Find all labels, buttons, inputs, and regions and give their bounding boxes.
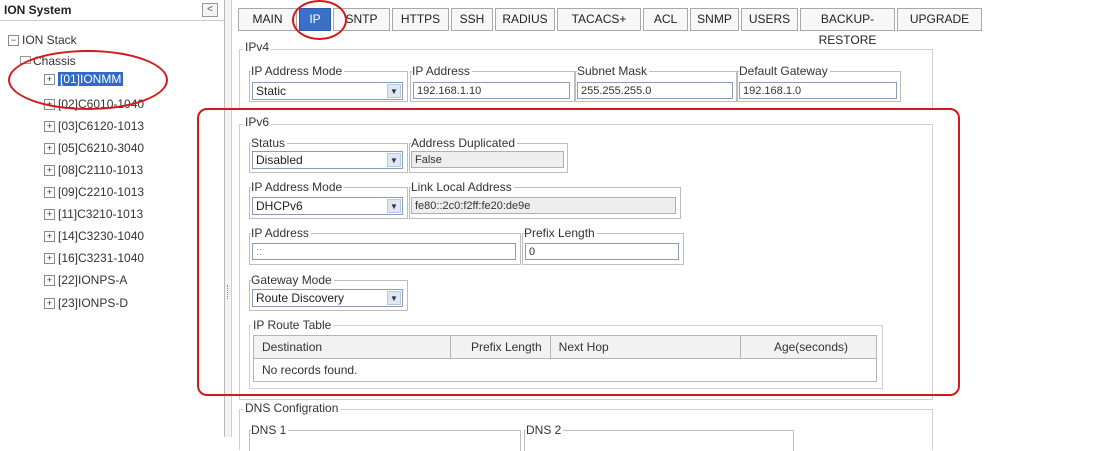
ipv4-mask-input[interactable]: 255.255.255.0 bbox=[577, 82, 733, 99]
expand-icon[interactable]: + bbox=[44, 143, 55, 154]
tree-root-ion-stack[interactable]: − ION Stack bbox=[8, 33, 77, 47]
tree-item-label: [08]C2110-1013 bbox=[58, 163, 144, 177]
ipv4-gw-input[interactable]: 192.168.1.0 bbox=[739, 82, 897, 99]
tab-https[interactable]: HTTPS bbox=[392, 8, 449, 31]
dns2-label: DNS 2 bbox=[526, 423, 564, 437]
tree-item[interactable]: + [08]C2110-1013 bbox=[44, 163, 143, 177]
tab-tacacs-[interactable]: TACACS+ bbox=[557, 8, 641, 31]
ipv4-mask-label: Subnet Mask bbox=[577, 64, 650, 78]
expand-icon[interactable]: + bbox=[44, 298, 55, 309]
tab-users[interactable]: USERS bbox=[741, 8, 798, 31]
ipv4-mode-select[interactable]: Static ▼ bbox=[252, 82, 403, 100]
ipv4-ip-label: IP Address bbox=[412, 64, 472, 78]
tree-item-label: [05]C6210-3040 bbox=[58, 141, 145, 155]
annotation-ellipse-ip-tab bbox=[292, 0, 347, 40]
tab-backup-restore[interactable]: BACKUP-RESTORE bbox=[800, 8, 895, 47]
expand-icon[interactable]: + bbox=[44, 187, 55, 198]
tab-ssh[interactable]: SSH bbox=[451, 8, 493, 31]
chevron-down-icon: ▼ bbox=[387, 84, 401, 98]
tree-item-label: [09]C2210-1013 bbox=[58, 185, 145, 199]
expand-icon[interactable]: + bbox=[44, 121, 55, 132]
tab-acl[interactable]: ACL bbox=[643, 8, 688, 31]
tree-item-label: [22]IONPS-A bbox=[58, 273, 128, 287]
tree-item-label: [14]C3230-1040 bbox=[58, 229, 145, 243]
dns-legend: DNS Configration bbox=[243, 401, 341, 415]
tab-main[interactable]: MAIN bbox=[238, 8, 297, 31]
expand-icon[interactable]: + bbox=[44, 253, 55, 264]
annotation-ellipse-ionmm bbox=[8, 50, 168, 110]
dns1-label: DNS 1 bbox=[251, 423, 289, 437]
tree-title: ION System bbox=[4, 3, 72, 17]
collapse-icon[interactable]: − bbox=[8, 35, 19, 46]
tree-item-label: [11]C3210-1013 bbox=[58, 207, 144, 221]
tree-item[interactable]: + [16]C3231-1040 bbox=[44, 251, 144, 265]
annotation-rect-ipv6 bbox=[197, 108, 960, 396]
expand-icon[interactable]: + bbox=[44, 275, 55, 286]
tab-radius[interactable]: RADIUS bbox=[495, 8, 555, 31]
tab-upgrade[interactable]: UPGRADE bbox=[897, 8, 982, 31]
collapse-panel-button[interactable]: < bbox=[202, 3, 218, 17]
tree-item[interactable]: + [03]C6120-1013 bbox=[44, 119, 144, 133]
expand-icon[interactable]: + bbox=[44, 231, 55, 242]
ipv4-mode-label: IP Address Mode bbox=[251, 64, 345, 78]
ipv4-gw-label: Default Gateway bbox=[739, 64, 830, 78]
tab-snmp[interactable]: SNMP bbox=[690, 8, 739, 31]
expand-icon[interactable]: + bbox=[44, 165, 55, 176]
tree-item-label: [03]C6120-1013 bbox=[58, 119, 145, 133]
tree-item[interactable]: + [22]IONPS-A bbox=[44, 273, 127, 287]
dns2-box bbox=[524, 430, 794, 451]
dns1-box bbox=[249, 430, 521, 451]
tree-item[interactable]: + [23]IONPS-D bbox=[44, 296, 128, 310]
tree-item[interactable]: + [09]C2210-1013 bbox=[44, 185, 144, 199]
tab-bar: MAIN IP SNTP HTTPS SSH RADIUS TACACS+ ACL SNMP US… bbox=[232, 8, 1093, 47]
tree-header: ION System < bbox=[0, 0, 224, 21]
expand-icon[interactable]: + bbox=[44, 209, 55, 220]
ipv4-ip-input[interactable]: 192.168.1.10 bbox=[413, 82, 570, 99]
tree-item[interactable]: + [14]C3230-1040 bbox=[44, 229, 144, 243]
ipv4-legend: IPv4 bbox=[243, 40, 272, 54]
tree-item-label: [23]IONPS-D bbox=[58, 296, 129, 310]
tree-item[interactable]: + [11]C3210-1013 bbox=[44, 207, 143, 221]
tree-item[interactable]: + [05]C6210-3040 bbox=[44, 141, 144, 155]
tree-item-label: [16]C3231-1040 bbox=[58, 251, 145, 265]
